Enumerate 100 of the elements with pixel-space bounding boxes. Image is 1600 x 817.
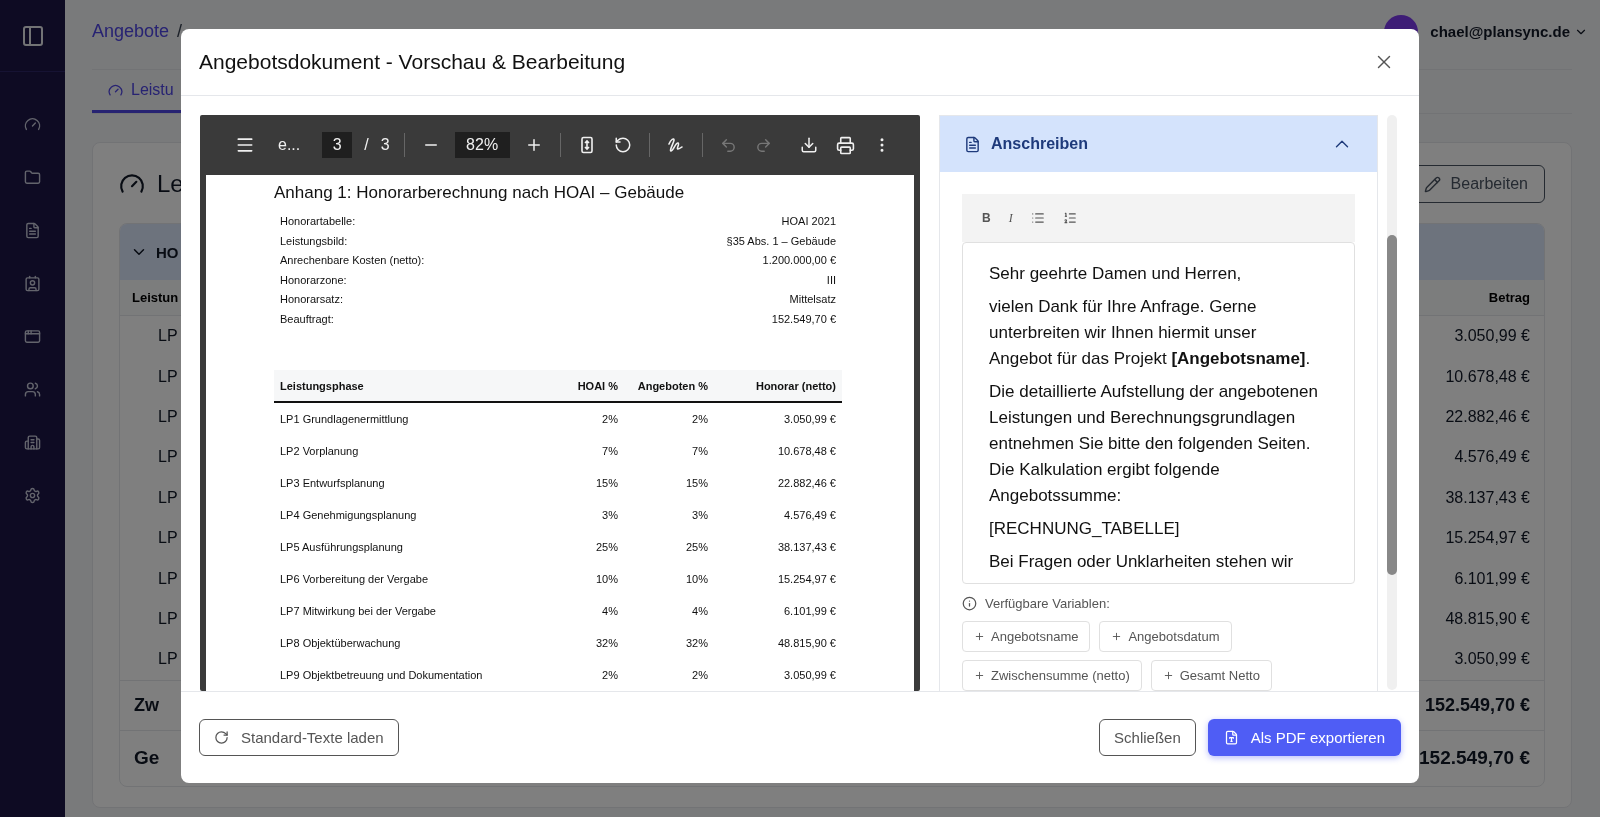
- table-cell-text: LP3 Entwurfsplanung: [280, 477, 386, 489]
- table-cell-text: 4%: [691, 605, 708, 617]
- variable-chip[interactable]: Angebotsdatum: [1099, 621, 1232, 652]
- table-cell: 3.050,99 €: [1454, 327, 1530, 346]
- subtotal-amount: 152.549,70 €: [1424, 694, 1530, 716]
- plus-icon: [974, 670, 985, 681]
- plus-icon: [974, 631, 985, 642]
- table-cell-text: 25%: [684, 541, 708, 553]
- table-cell-text: 32%: [594, 637, 618, 649]
- calendar-icon[interactable]: [24, 328, 41, 345]
- export-button[interactable]: Als PDF exportieren: [1207, 719, 1401, 756]
- table-cell-text: LP2 Vorplanung: [280, 445, 360, 457]
- subtotal-label: Zw: [134, 694, 159, 716]
- table-cell: LP: [158, 488, 178, 507]
- table-cell-text: 10%: [594, 573, 618, 585]
- print-icon[interactable]: [836, 135, 855, 155]
- table-cell-text: 15%: [594, 477, 618, 489]
- paragraph: [RECHNUNG_TABELLE]: [989, 518, 1181, 540]
- column-header: Leistun: [132, 290, 179, 305]
- total-amount: 152.549,70 €: [1419, 747, 1530, 769]
- variable-chip[interactable]: Angebotsname: [962, 621, 1091, 652]
- table-cell-text: LP1 Grundlagenermittlung: [280, 413, 410, 425]
- table-cell: 38.137,43 €: [1445, 488, 1530, 507]
- table-cell-text: 2%: [601, 669, 618, 681]
- page-count: 3: [380, 136, 390, 154]
- plus-icon: [1111, 631, 1123, 642]
- variable-chip[interactable]: Gesamt Netto: [1150, 660, 1272, 691]
- breadcrumb-separator: /: [177, 21, 183, 42]
- table-cell-text: 38.137,43 €: [776, 541, 836, 553]
- italic-button[interactable]: I: [1006, 210, 1015, 226]
- paragraph: vielen Dank für Ihre Anfrage. Gerne unterbreiten wir Ihnen hiermit unser Angebot für das Projekt [Angebotsname].: [989, 296, 1312, 370]
- table-cell-text: 48.815,90 €: [776, 637, 836, 649]
- table-cell-text: 25%: [594, 541, 618, 553]
- info-label: Honorarzone:: [280, 273, 347, 288]
- table-cell-text: 22.882,46 €: [776, 477, 836, 489]
- table-cell-text: 3.050,99 €: [783, 669, 836, 681]
- close-button[interactable]: Schließen: [1099, 719, 1196, 756]
- contact-list-icon[interactable]: [24, 275, 41, 292]
- variables-label: Verfügbare Variablen:: [985, 596, 1110, 611]
- document-name: e...: [278, 136, 301, 154]
- table-cell: LP: [158, 407, 178, 426]
- document-icon: [964, 135, 981, 153]
- dialog-title: Angebotsdokument - Vorschau & Bearbeitung: [199, 50, 626, 74]
- table-cell-text: LP4 Genehmigungsplanung: [280, 509, 418, 521]
- panel-toggle-icon[interactable]: [20, 23, 45, 48]
- column-header: Betrag: [1488, 290, 1530, 305]
- column-header: Honorar (netto): [754, 379, 836, 392]
- variable-chip[interactable]: Zwischensumme (netto): [962, 660, 1142, 691]
- user-menu[interactable]: chael@plansync.de: [1430, 23, 1588, 40]
- table-cell-text: LP9 Objektbetreuung und Dokumentation: [280, 669, 484, 681]
- table-cell: LP: [158, 609, 178, 628]
- table-cell: 6.101,99 €: [1454, 569, 1530, 588]
- scrollbar-thumb[interactable]: [1387, 235, 1397, 575]
- zoom-input[interactable]: 82%: [454, 132, 510, 158]
- table-cell-text: LP5 Ausführungsplanung: [280, 541, 404, 553]
- table-cell: LP: [158, 448, 178, 467]
- table-cell-text: 3.050,99 €: [783, 413, 836, 425]
- page-input[interactable]: 3: [322, 132, 353, 158]
- settings-icon[interactable]: [24, 487, 41, 504]
- building-icon[interactable]: [24, 434, 41, 451]
- users-icon[interactable]: [24, 381, 41, 398]
- table-cell-text: LP6 Vorbereitung der Vergabe: [280, 573, 429, 585]
- pencil-icon: [1423, 175, 1441, 193]
- column-header: Angeboten %: [636, 379, 708, 392]
- refresh-icon: [214, 730, 229, 745]
- gauge-icon[interactable]: [24, 116, 41, 133]
- table-cell-text: 7%: [691, 445, 708, 457]
- table-cell: LP: [158, 327, 178, 346]
- table-cell: 4.576,49 €: [1454, 448, 1530, 467]
- menu-icon[interactable]: [235, 135, 255, 155]
- gauge-icon: [108, 82, 123, 98]
- info-label: Honorartabelle:: [280, 215, 356, 229]
- info-value: HOAI 2021: [781, 215, 836, 229]
- table-cell-text: 7%: [601, 445, 618, 457]
- table-cell: LP: [158, 367, 178, 386]
- paragraph: Die detaillierte Aufstellung der angebotenen Leistungen und Berechnungsgrundlagen entnehmen Sie bitte den folgenden Seiten. Die Kalkulation ergibt folgende Angebotssumme:: [989, 381, 1318, 507]
- column-header: HOAI %: [576, 379, 618, 392]
- info-value: III: [826, 273, 836, 288]
- table-cell-text: 4%: [601, 605, 618, 617]
- info-label: Anrechenbare Kosten (netto):: [280, 254, 425, 268]
- table-cell-text: 3%: [691, 509, 708, 521]
- table-cell-text: 2%: [691, 413, 708, 425]
- download-icon[interactable]: [800, 136, 818, 154]
- table-cell-text: 2%: [601, 413, 618, 425]
- section-header[interactable]: Anschreiben: [940, 116, 1377, 172]
- document-icon[interactable]: [24, 222, 41, 239]
- text-editor[interactable]: [962, 242, 1355, 584]
- folder-icon[interactable]: [24, 169, 41, 186]
- info-value: §35 Abs. 1 – Gebäude: [726, 234, 836, 249]
- table-cell-text: 4.576,49 €: [783, 509, 836, 521]
- info-value: Mittelsatz: [789, 293, 836, 307]
- table-cell-text: 10.678,48 €: [776, 445, 836, 457]
- table-cell: 15.254,97 €: [1445, 529, 1530, 548]
- table-cell: 48.815,90 €: [1445, 609, 1530, 628]
- draw-icon[interactable]: [666, 136, 685, 154]
- paragraph: Sehr geehrte Damen und Herren,: [989, 263, 1243, 285]
- bold-button[interactable]: B: [980, 211, 993, 225]
- table-cell-text: 6.101,99 €: [783, 605, 836, 617]
- rotate-icon[interactable]: [613, 136, 632, 154]
- reset-button[interactable]: Standard-Texte laden: [199, 719, 399, 756]
